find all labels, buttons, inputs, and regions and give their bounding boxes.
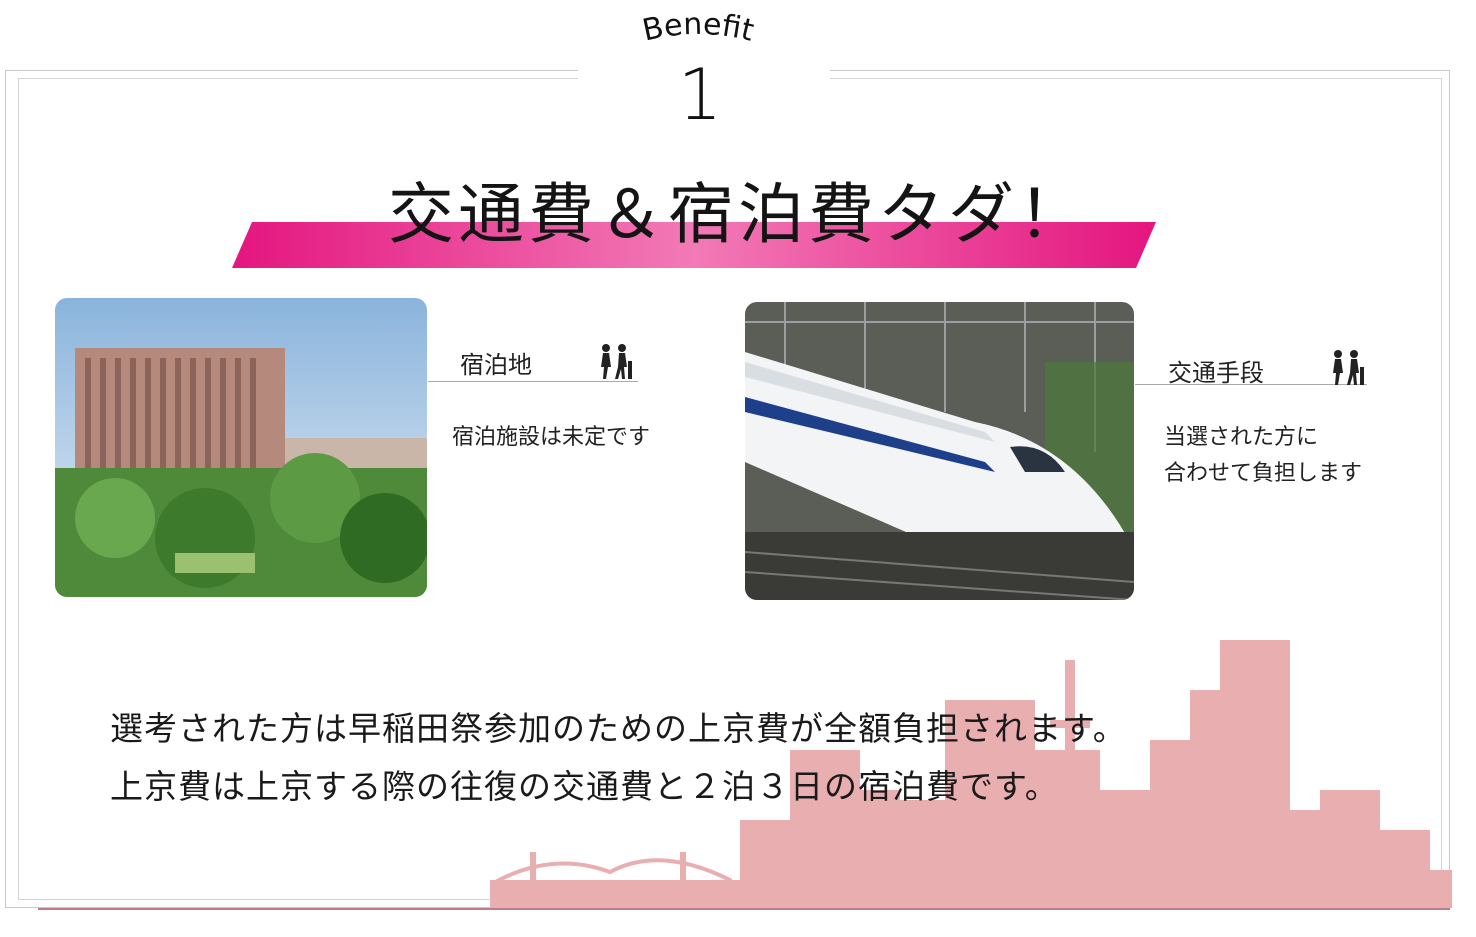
benefit-explanation: 選考された方は早稲田祭参加のための上京費が全額負担されます。 上京費は上京する際…: [110, 700, 1410, 816]
hotel-photo: [55, 298, 427, 597]
svg-text:Benefit: Benefit: [639, 7, 757, 46]
transport-description-line-2: 合わせて負担します: [1164, 461, 1363, 486]
explanation-line-1: 選考された方は早稲田祭参加のための上京費が全額負担されます。: [110, 709, 1127, 748]
walking-people-icon: [1333, 350, 1364, 385]
walking-people-icon: [601, 344, 632, 379]
transport-label: 交通手段: [1168, 359, 1264, 387]
benefit-number: 1: [677, 54, 723, 136]
benefit-heading: Benefit: [639, 7, 757, 46]
lodging-label: 宿泊地: [460, 351, 532, 379]
shinkansen-photo: [745, 302, 1134, 600]
page-title: 交通費＆宿泊費タダ！: [388, 176, 1088, 253]
explanation-line-2: 上京費は上京する際の往復の交通費と２泊３日の宿泊費です。: [110, 767, 1059, 806]
benefit-word-text: Benefit: [639, 7, 757, 46]
lodging-description: 宿泊施設は未定です: [452, 425, 651, 450]
transport-description: 当選された方に 合わせて負担します: [1164, 420, 1362, 492]
transport-description-line-1: 当選された方に: [1164, 425, 1319, 450]
